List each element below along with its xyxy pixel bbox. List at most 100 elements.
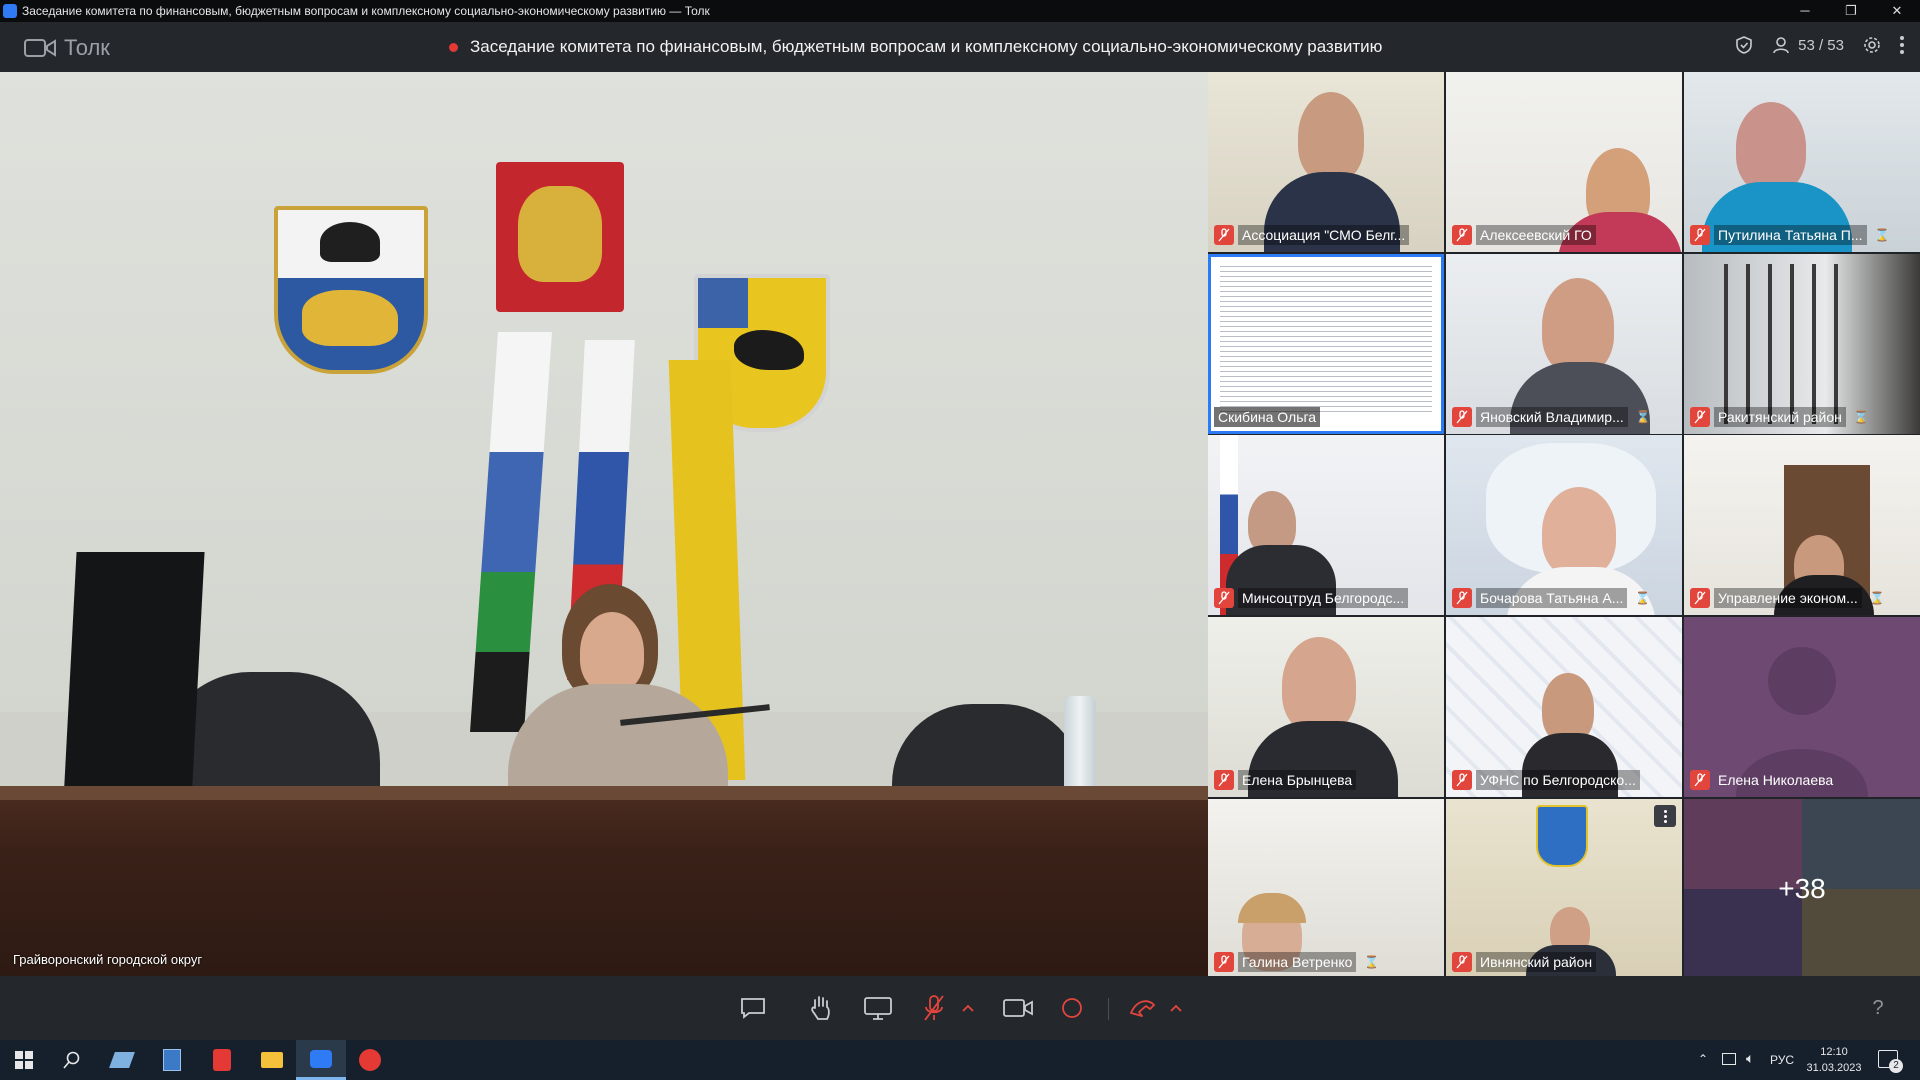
participant-tile[interactable]: Скибина Ольга: [1208, 254, 1444, 434]
emblem: [1536, 805, 1588, 867]
taskbar-app-tolk[interactable]: [296, 1040, 346, 1080]
participant-tile[interactable]: Ассоциация "СМО Белг...: [1208, 72, 1444, 252]
participant-name: Галина Ветренко: [1238, 952, 1357, 972]
mic-options-button[interactable]: [960, 994, 976, 1022]
record-button[interactable]: [1060, 994, 1084, 1022]
participant-name-bar: Елена Брынцева: [1214, 769, 1357, 791]
minimize-button[interactable]: ─: [1782, 0, 1828, 22]
participant-tile[interactable]: Бочарова Татьяна А... ⌛: [1446, 435, 1682, 615]
more-participants-tile[interactable]: +38: [1684, 799, 1920, 979]
chat-button[interactable]: [738, 994, 768, 1022]
mic-off-icon: [924, 995, 944, 1021]
participant-name-bar: Ивнянский район: [1452, 951, 1597, 973]
close-button[interactable]: ✕: [1874, 0, 1920, 22]
participant-tile[interactable]: Ивнянский район: [1446, 799, 1682, 979]
gear-icon[interactable]: [1862, 35, 1882, 55]
main-video[interactable]: Грайворонский городской округ: [0, 72, 1208, 976]
meeting-title-text: Заседание комитета по финансовым, бюджет…: [470, 37, 1383, 56]
taskbar-app-yandex[interactable]: [198, 1040, 246, 1080]
participant-tile[interactable]: Путилина Татьяна П... ⌛: [1684, 72, 1920, 252]
participant-name-bar: Елена Николаева: [1690, 769, 1837, 791]
participant-tile[interactable]: УФНС по Белгородско...: [1446, 617, 1682, 797]
participant-face: [1542, 278, 1614, 374]
window-titlebar: Заседание комитета по финансовым, бюджет…: [0, 0, 1920, 22]
meeting-title: Заседание комитета по финансовым, бюджет…: [450, 37, 1382, 57]
mic-off-icon: [1214, 588, 1234, 608]
folder-icon: [261, 1052, 283, 1068]
participant-tile[interactable]: Минсоцтруд Белгородс...: [1208, 435, 1444, 615]
input-language[interactable]: РУС: [1770, 1053, 1794, 1067]
participant-name: Ракитянский район: [1714, 407, 1846, 427]
desk-top-edge: [0, 786, 1208, 800]
more-menu-icon[interactable]: [1900, 36, 1904, 54]
shield-icon[interactable]: [1734, 35, 1754, 55]
participant-name-bar: Ракитянский район ⌛: [1690, 406, 1869, 428]
hourglass-icon: ⌛: [1874, 228, 1890, 242]
search-button[interactable]: [48, 1040, 96, 1080]
participant-name: Бочарова Татьяна А...: [1476, 588, 1628, 608]
participant-name-bar: Галина Ветренко ⌛: [1214, 951, 1379, 973]
participant-name: УФНС по Белгородско...: [1476, 770, 1640, 790]
mic-off-icon: [1690, 770, 1710, 790]
search-icon: [63, 1051, 80, 1069]
mic-off-icon: [1214, 770, 1234, 790]
tray-chevron-icon[interactable]: ⌃: [1698, 1052, 1708, 1066]
mic-off-icon: [1690, 407, 1710, 427]
volume-icon[interactable]: 🔈︎: [1746, 1050, 1754, 1067]
participant-name: Скибина Ольга: [1214, 407, 1321, 427]
chevron-up-icon: [1170, 1004, 1182, 1012]
mic-off-icon: [1452, 407, 1472, 427]
mic-off-icon: [1214, 952, 1234, 972]
participant-tile[interactable]: Галина Ветренко ⌛: [1208, 799, 1444, 979]
network-icon[interactable]: [1722, 1053, 1736, 1065]
participant-name-bar: Управление эконом... ⌛: [1690, 587, 1885, 609]
video-camera-icon: [1003, 999, 1033, 1017]
start-button[interactable]: [0, 1040, 48, 1080]
clock[interactable]: 12:10 31.03.2023: [1800, 1044, 1868, 1076]
maximize-button[interactable]: ❐: [1828, 0, 1874, 22]
participant-tile[interactable]: Елена Николаева: [1684, 617, 1920, 797]
mic-off-icon: [1452, 225, 1472, 245]
raise-hand-button[interactable]: [806, 994, 836, 1022]
participant-face: [1298, 92, 1364, 182]
mic-off-icon: [1690, 588, 1710, 608]
phone-hangup-icon: [1130, 1000, 1155, 1017]
window-title: Заседание комитета по финансовым, бюджет…: [22, 4, 710, 18]
participant-tile[interactable]: Елена Брынцева: [1208, 617, 1444, 797]
participant-tile[interactable]: Ракитянский район ⌛: [1684, 254, 1920, 434]
notification-count-badge: 2: [1889, 1059, 1903, 1073]
participant-face: [1736, 102, 1806, 192]
participant-name-bar: Бочарова Татьяна А... ⌛: [1452, 587, 1650, 609]
participant-tile[interactable]: Управление эконом... ⌛: [1684, 435, 1920, 615]
mic-off-icon: [1690, 225, 1710, 245]
leave-call-button[interactable]: [1126, 994, 1158, 1022]
participant-name-bar: УФНС по Белгородско...: [1452, 769, 1640, 791]
taskbar-app-notes[interactable]: [98, 1040, 146, 1080]
participants-count: 53 / 53: [1798, 36, 1844, 54]
participant-tile[interactable]: Яновский Владимир... ⌛: [1446, 254, 1682, 434]
hourglass-icon: ⌛: [1635, 591, 1651, 605]
meeting-toolbar: ?: [0, 976, 1920, 1040]
participants-button[interactable]: 53 / 53: [1772, 36, 1844, 54]
notification-center-button[interactable]: 2: [1878, 1050, 1903, 1073]
meeting-header: Толк Заседание комитета по финансовым, б…: [0, 22, 1920, 72]
microphone-button[interactable]: [922, 994, 946, 1022]
participant-name: Яновский Владимир...: [1476, 407, 1628, 427]
tile-menu-icon[interactable]: [1654, 805, 1676, 827]
taskbar-app-calculator[interactable]: [148, 1040, 196, 1080]
participant-name: Минсоцтруд Белгородс...: [1238, 588, 1409, 608]
participant-tile[interactable]: Алексеевский ГО: [1446, 72, 1682, 252]
desk: [0, 796, 1208, 976]
help-button[interactable]: ?: [1864, 994, 1892, 1022]
participant-name-bar: Яновский Владимир... ⌛: [1452, 406, 1651, 428]
leave-options-button[interactable]: [1168, 994, 1184, 1022]
taskbar-app-explorer[interactable]: [248, 1040, 296, 1080]
taskbar-app-yandex-browser[interactable]: [346, 1040, 394, 1080]
mic-off-icon: [1452, 588, 1472, 608]
share-screen-button[interactable]: [862, 994, 894, 1022]
camera-button[interactable]: [1002, 994, 1034, 1022]
window-bars: [1724, 264, 1844, 424]
participant-name: Елена Брынцева: [1238, 770, 1357, 790]
participant-name: Путилина Татьяна П...: [1714, 225, 1867, 245]
people-icon: [1773, 37, 1789, 54]
